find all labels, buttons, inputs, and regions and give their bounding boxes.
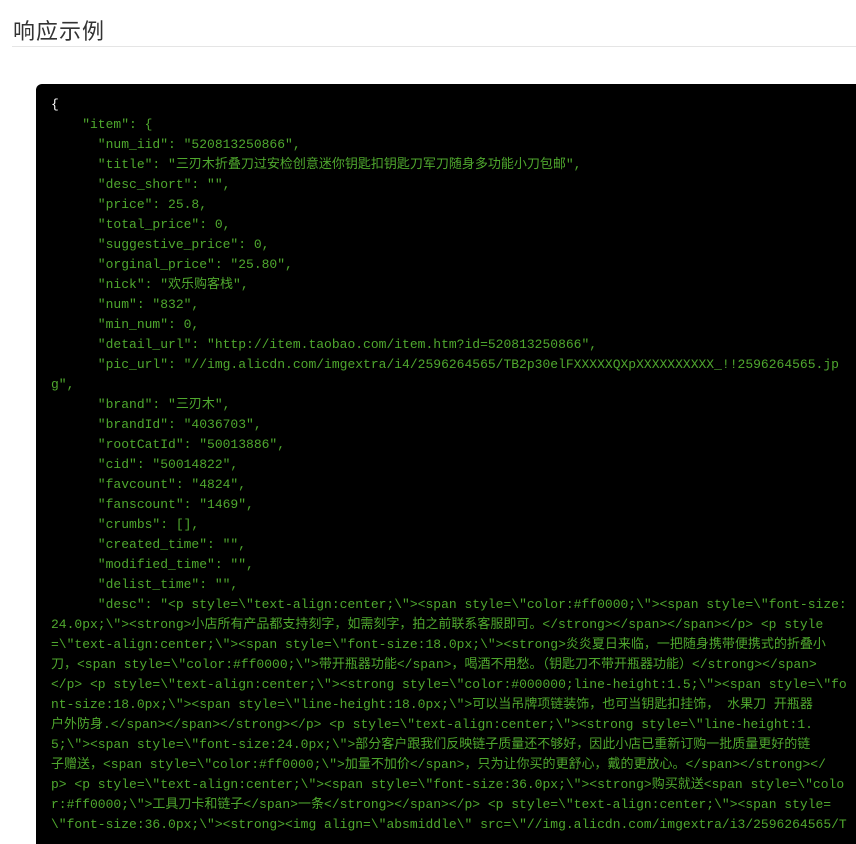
- code-line: "item": {: [51, 117, 153, 132]
- code-line: r:#ff0000;\">工具刀卡和链子</span>一条</strong></…: [51, 797, 832, 812]
- code-line: "modified_time": "",: [51, 557, 254, 572]
- code-line: "total_price": 0,: [51, 217, 231, 232]
- code-line: 5;\"><span style=\"font-size:24.0px;\">部…: [51, 737, 811, 752]
- code-line: p> <p style=\"text-align:center;\"><span…: [51, 777, 845, 792]
- code-line: "crumbs": [],: [51, 517, 200, 532]
- code-line: {: [51, 97, 59, 112]
- code-line: </p> <p style=\"text-align:center;\"><st…: [51, 677, 847, 692]
- code-line: "num": "832",: [51, 297, 200, 312]
- code-line: "min_num": 0,: [51, 317, 200, 332]
- code-line: nt-size:18.0px;\"><span style=\"line-hei…: [51, 697, 813, 712]
- code-line: "orginal_price": "25.80",: [51, 257, 293, 272]
- response-example-code-block: { "item": { "num_iid": "520813250866", "…: [36, 84, 856, 844]
- code-line: "desc_short": "",: [51, 177, 231, 192]
- code-line: "pic_url": "//img.alicdn.com/imgextra/i4…: [51, 357, 839, 372]
- divider: [12, 46, 856, 47]
- code-line: 户外防身.</span></span></strong></p> <p styl…: [51, 717, 813, 732]
- code-line: 刀，<span style=\"color:#ff0000;\">带开瓶器功能<…: [51, 657, 817, 672]
- code-line: "brandId": "4036703",: [51, 417, 262, 432]
- code-line: 24.0px;\"><strong>小店所有产品都支持刻字，如需刻字，拍之前联系…: [51, 617, 824, 632]
- code-line: "rootCatId": "50013886",: [51, 437, 286, 452]
- code-line: "fanscount": "1469",: [51, 497, 254, 512]
- code-line: "num_iid": "520813250866",: [51, 137, 301, 152]
- code-line: "favcount": "4824",: [51, 477, 247, 492]
- code-line: g",: [51, 377, 75, 392]
- code-line: "nick": "欢乐购客栈",: [51, 277, 249, 292]
- code-line: =\"text-align:center;\"><span style=\"fo…: [51, 637, 826, 652]
- code-line: "title": "三刃木折叠刀过安检创意迷你钥匙扣钥匙刀军刀随身多功能小刀包邮…: [51, 157, 582, 172]
- code-line: "cid": "50014822",: [51, 457, 239, 472]
- code-line: "detail_url": "http://item.taobao.com/it…: [51, 337, 598, 352]
- section-title: 响应示例: [13, 19, 106, 44]
- code-line: "price": 25.8,: [51, 197, 208, 212]
- code-line: "desc": "<p style=\"text-align:center;\"…: [51, 597, 847, 612]
- code-line: \"font-size:36.0px;\"><strong><img align…: [51, 817, 847, 832]
- code-line: "brand": "三刃木",: [51, 397, 231, 412]
- code-line: "delist_time": "",: [51, 577, 239, 592]
- code-line: "created_time": "",: [51, 537, 247, 552]
- code-line: "suggestive_price": 0,: [51, 237, 270, 252]
- code-line: 子赠送，<span style=\"color:#ff0000;\">加量不加价…: [51, 757, 826, 772]
